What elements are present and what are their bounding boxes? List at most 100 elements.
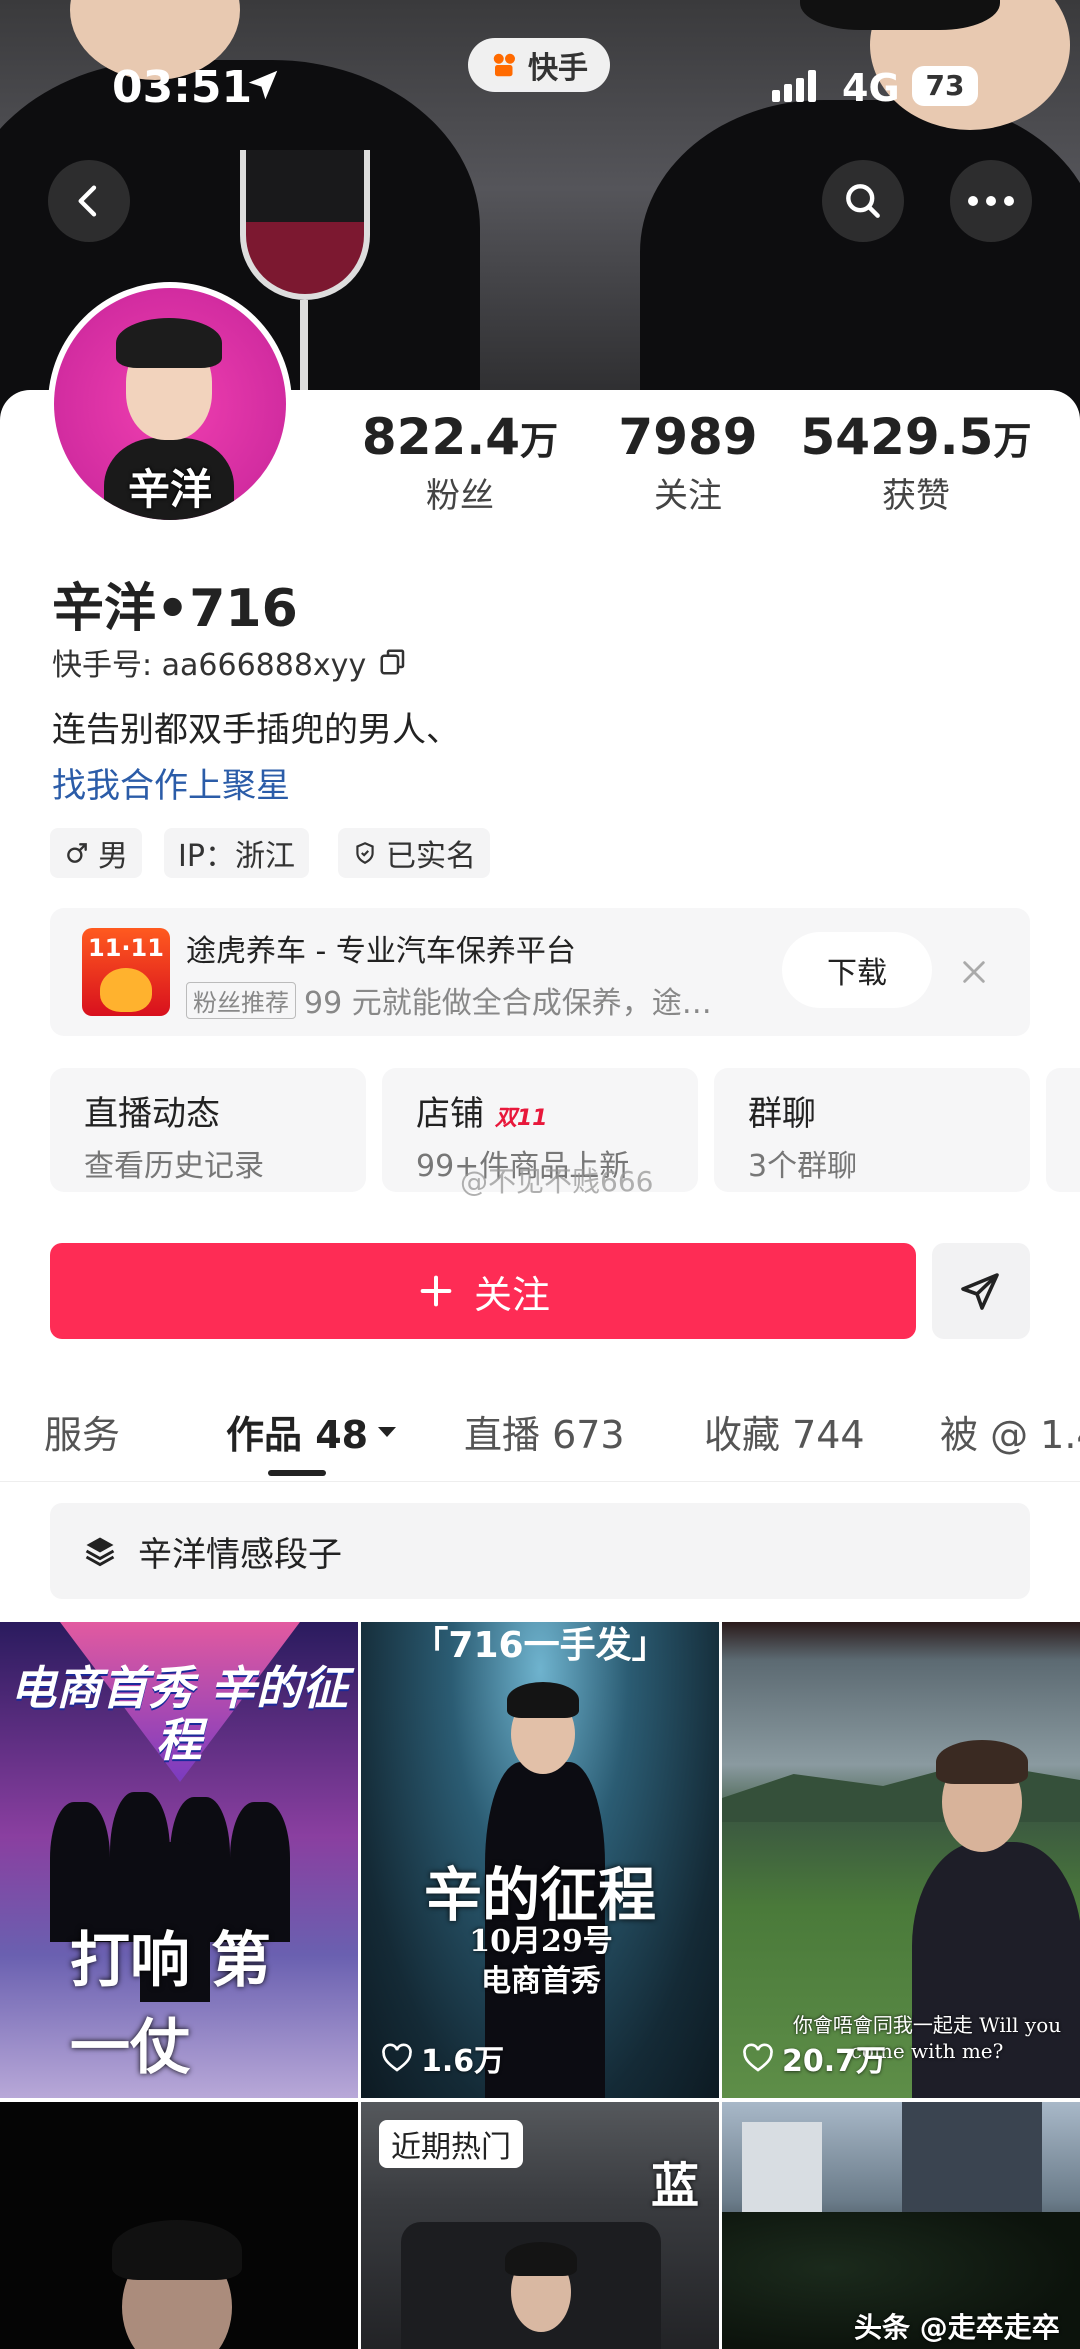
video-2-likes-count: 1.6万 (421, 2044, 505, 2079)
search-button[interactable] (822, 160, 904, 242)
banner-hair-right (800, 0, 1000, 30)
video-2-top: 「716一手发」 (412, 1625, 668, 1666)
tile-more-partial[interactable] (1046, 1068, 1080, 1192)
ad-title: 途虎养车 - 专业汽车保养平台 (186, 934, 576, 969)
profile-name: 辛洋•716 (52, 579, 298, 639)
chevron-left-icon (78, 185, 97, 217)
tiger-icon (100, 968, 152, 1012)
copy-icon[interactable] (378, 647, 408, 677)
tab-works-label: 作品 48 (226, 1413, 369, 1457)
stat-likes-value: 5429.5 (800, 408, 994, 466)
stat-following[interactable]: 7989 关注 (588, 408, 788, 517)
status-time: 03:51 (112, 62, 253, 113)
close-icon[interactable] (960, 958, 988, 986)
collection-bar[interactable]: 辛洋情感段子 (50, 1503, 1030, 1599)
stat-fans-value: 822.4 (361, 408, 521, 466)
tab-live[interactable]: 直播 673 (464, 1404, 625, 1459)
more-button[interactable] (950, 160, 1032, 242)
search-icon (846, 184, 880, 218)
back-button[interactable] (48, 160, 130, 242)
tile-live-history-sub: 查看历史记录 (84, 1149, 264, 1184)
video-thumb-1[interactable]: 电商首秀 辛的征程 打响 第一仗 (0, 1622, 358, 2098)
stat-fans[interactable]: 822.4万 粉丝 (350, 408, 570, 517)
profile-bio: 连告别都双手插兜的男人、 (52, 710, 460, 750)
avatar-name-label: 辛洋 (127, 465, 212, 514)
tag-gender: 男 (50, 828, 142, 878)
video-3-likes-count: 20.7万 (782, 2044, 887, 2079)
ad-logo-text: 11·11 (88, 934, 164, 962)
ad-desc: 99 元就能做全合成保养，途… (304, 986, 712, 1021)
follow-button[interactable]: 关注 (50, 1243, 916, 1339)
wine-glass (240, 150, 370, 300)
tabs-divider (0, 1481, 1080, 1482)
avatar-hair (116, 318, 222, 368)
video-2-title: 辛的征程 (423, 1861, 656, 1929)
banner-person-right (640, 100, 1080, 420)
battery-indicator: 73 (912, 66, 978, 106)
stat-likes[interactable]: 5429.5万 获赞 (796, 408, 1036, 517)
ad-download-button[interactable]: 下载 (782, 932, 932, 1008)
heart-icon (743, 2043, 773, 2072)
ad-label: 粉丝推荐 (186, 981, 296, 1019)
video-5-title: 蓝 (651, 2158, 700, 2214)
location-arrow-icon (248, 70, 278, 100)
tag-ip-label: IP：浙江 (178, 839, 295, 874)
video-2-caption: 10月29号 电商首秀 (469, 1924, 613, 1999)
tile-group-chat[interactable]: 群聊 3个群聊 (714, 1068, 1030, 1192)
tag-verified: 已实名 (338, 828, 490, 878)
video-thumb-3[interactable]: 你會唔會同我一起走 Will you come with me? 20.7万 (722, 1622, 1080, 2098)
stat-likes-unit: 万 (993, 419, 1032, 463)
male-icon (67, 843, 87, 863)
shield-check-icon (356, 842, 374, 864)
app-pill-label: 快手 (528, 51, 588, 86)
ad-desc-row: 粉丝推荐 99 元就能做全合成保养，途… (186, 978, 712, 1022)
caret-down-icon (378, 1426, 397, 1437)
stat-fans-label: 粉丝 (426, 476, 494, 516)
send-icon (961, 1273, 999, 1310)
video-2-likes: 1.6万 (381, 2036, 504, 2080)
tile-shop-title: 店铺 (416, 1094, 484, 1134)
network-type: 4G (842, 66, 900, 110)
collection-label: 辛洋情感段子 (138, 1534, 342, 1575)
video-thumb-4[interactable] (0, 2102, 358, 2349)
kuaishou-logo-icon (493, 53, 515, 77)
tab-favorites[interactable]: 收藏 744 (704, 1404, 865, 1459)
kuaishou-id-row[interactable]: 快手号: aa666888xyy (52, 640, 408, 684)
stat-following-label: 关注 (654, 476, 722, 516)
tile-live-history[interactable]: 直播动态 查看历史记录 (50, 1068, 366, 1192)
ad-logo: 11·11 (82, 928, 170, 1016)
kuaishou-id: 快手号: aa666888xyy (52, 648, 367, 683)
video-3-likes: 20.7万 (742, 2036, 886, 2080)
tile-live-history-title: 直播动态 (84, 1094, 220, 1134)
layers-icon (85, 1537, 115, 1567)
video-1-title: 电商首秀 辛的征程 (9, 1661, 348, 1767)
tab-active-indicator (268, 1470, 326, 1476)
video-thumb-2[interactable]: 「716一手发」 辛的征程 10月29号 电商首秀 1.6万 (361, 1622, 719, 2098)
video-5-badge: 近期热门 (379, 2120, 523, 2168)
tile-group-chat-title: 群聊 (748, 1094, 816, 1134)
plus-icon (420, 1275, 452, 1307)
tag-verified-label: 已实名 (386, 839, 476, 874)
video-1-caption: 打响 第一仗 (70, 1926, 271, 2083)
stat-following-value: 7989 (618, 408, 758, 466)
tag-ip: IP：浙江 (164, 828, 309, 878)
heart-icon (382, 2043, 412, 2072)
signal-icon (772, 70, 816, 102)
tile-group-chat-sub: 3个群聊 (748, 1149, 858, 1184)
tab-works[interactable]: 作品 48 (226, 1404, 398, 1459)
video-thumb-5[interactable]: 近期热门 蓝 (361, 2102, 719, 2349)
wine-glass-stem (300, 300, 308, 390)
tab-services[interactable]: 服务 (44, 1404, 120, 1459)
toutiao-watermark: 头条 @走卒走卒 (854, 2311, 1060, 2344)
stat-fans-unit: 万 (520, 419, 559, 463)
more-dots-icon (968, 196, 1014, 206)
tab-mentioned[interactable]: 被 @ 1.4 (940, 1404, 1080, 1459)
profile-link[interactable]: 找我合作上聚星 (52, 758, 290, 807)
ad-banner[interactable]: 11·11 途虎养车 - 专业汽车保养平台 粉丝推荐 99 元就能做全合成保养，… (50, 908, 1030, 1036)
app-pill[interactable]: 快手 (468, 38, 610, 92)
avatar[interactable]: 辛洋 (48, 282, 292, 526)
share-button[interactable] (932, 1243, 1030, 1339)
tag-gender-label: 男 (98, 839, 128, 874)
follow-button-label: 关注 (473, 1272, 550, 1317)
tile-shop-badge: 双11 (494, 1106, 548, 1131)
